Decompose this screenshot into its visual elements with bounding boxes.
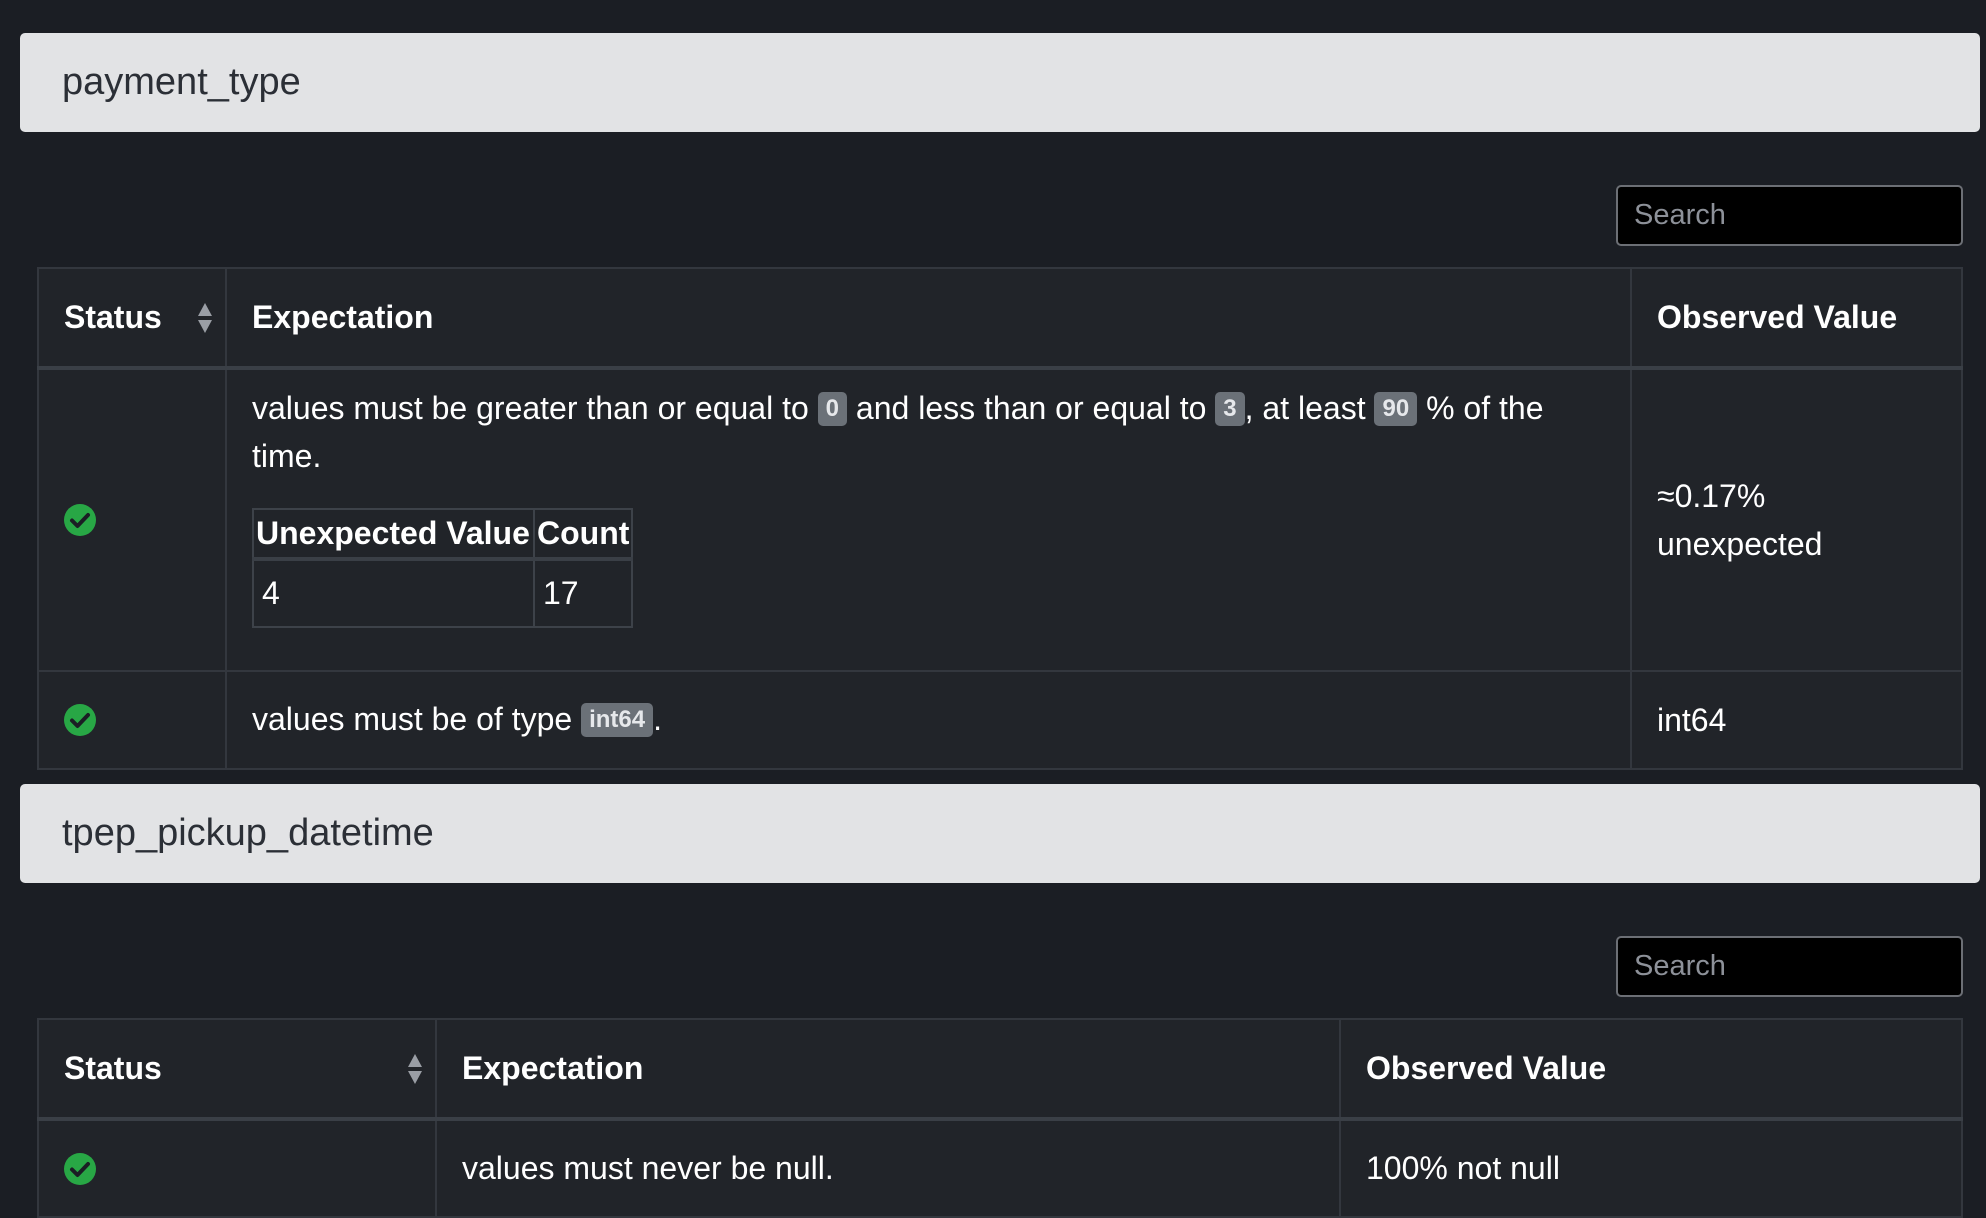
mostly-badge: 90	[1374, 391, 1418, 426]
column-header-status[interactable]: Status	[37, 267, 227, 370]
table-row: values must be of type int64. int64	[37, 670, 1963, 770]
status-cell	[37, 1118, 437, 1218]
observed-value-cell: int64	[1630, 670, 1963, 770]
status-cell	[37, 670, 227, 770]
column-header-status[interactable]: Status	[37, 1018, 437, 1121]
count-cell: 17	[532, 558, 634, 628]
expectations-table: Status Expectation Observed Value values…	[37, 1018, 1963, 1218]
column-header-observed-value: Observed Value	[1630, 267, 1963, 370]
table-row: values must never be null. 100% not null	[37, 1118, 1963, 1218]
expectation-cell: values must never be null.	[435, 1118, 1341, 1218]
expectation-text: values must be greater than or equal to …	[252, 390, 1544, 474]
check-circle-icon	[64, 704, 96, 736]
expectation-cell: values must be greater than or equal to …	[225, 367, 1632, 672]
section-header-payment-type: payment_type	[20, 33, 1980, 132]
sort-icon[interactable]	[197, 301, 213, 335]
table-row: 4 17	[252, 558, 634, 628]
observed-value-cell: 100% not null	[1339, 1118, 1963, 1218]
section-header-tpep-pickup-datetime: tpep_pickup_datetime	[20, 784, 1980, 883]
min-value-badge: 0	[817, 391, 848, 426]
section-title: payment_type	[62, 61, 301, 103]
table-row: values must be greater than or equal to …	[37, 367, 1963, 672]
check-circle-icon	[64, 1152, 96, 1185]
unexpected-values-table: Unexpected Value Count 4 17	[252, 508, 634, 628]
search-input[interactable]	[1616, 936, 1963, 997]
column-header-expectation: Expectation	[225, 267, 1632, 370]
column-header-expectation: Expectation	[435, 1018, 1341, 1121]
max-value-badge: 3	[1215, 391, 1245, 426]
sort-icon[interactable]	[407, 1052, 423, 1086]
expectations-table: Status Expectation Observed Value values…	[37, 267, 1963, 770]
type-badge: int64	[581, 702, 654, 737]
check-circle-icon	[64, 504, 96, 536]
section-title: tpep_pickup_datetime	[62, 812, 434, 854]
observed-value-cell: ≈0.17% unexpected	[1630, 367, 1963, 672]
count-header: Count	[532, 508, 634, 561]
status-cell	[37, 367, 227, 672]
search-input[interactable]	[1616, 185, 1963, 246]
expectation-cell: values must be of type int64.	[225, 670, 1632, 770]
unexpected-value-header: Unexpected Value	[252, 508, 535, 561]
column-header-observed-value: Observed Value	[1339, 1018, 1963, 1121]
unexpected-value-cell: 4	[252, 558, 535, 628]
